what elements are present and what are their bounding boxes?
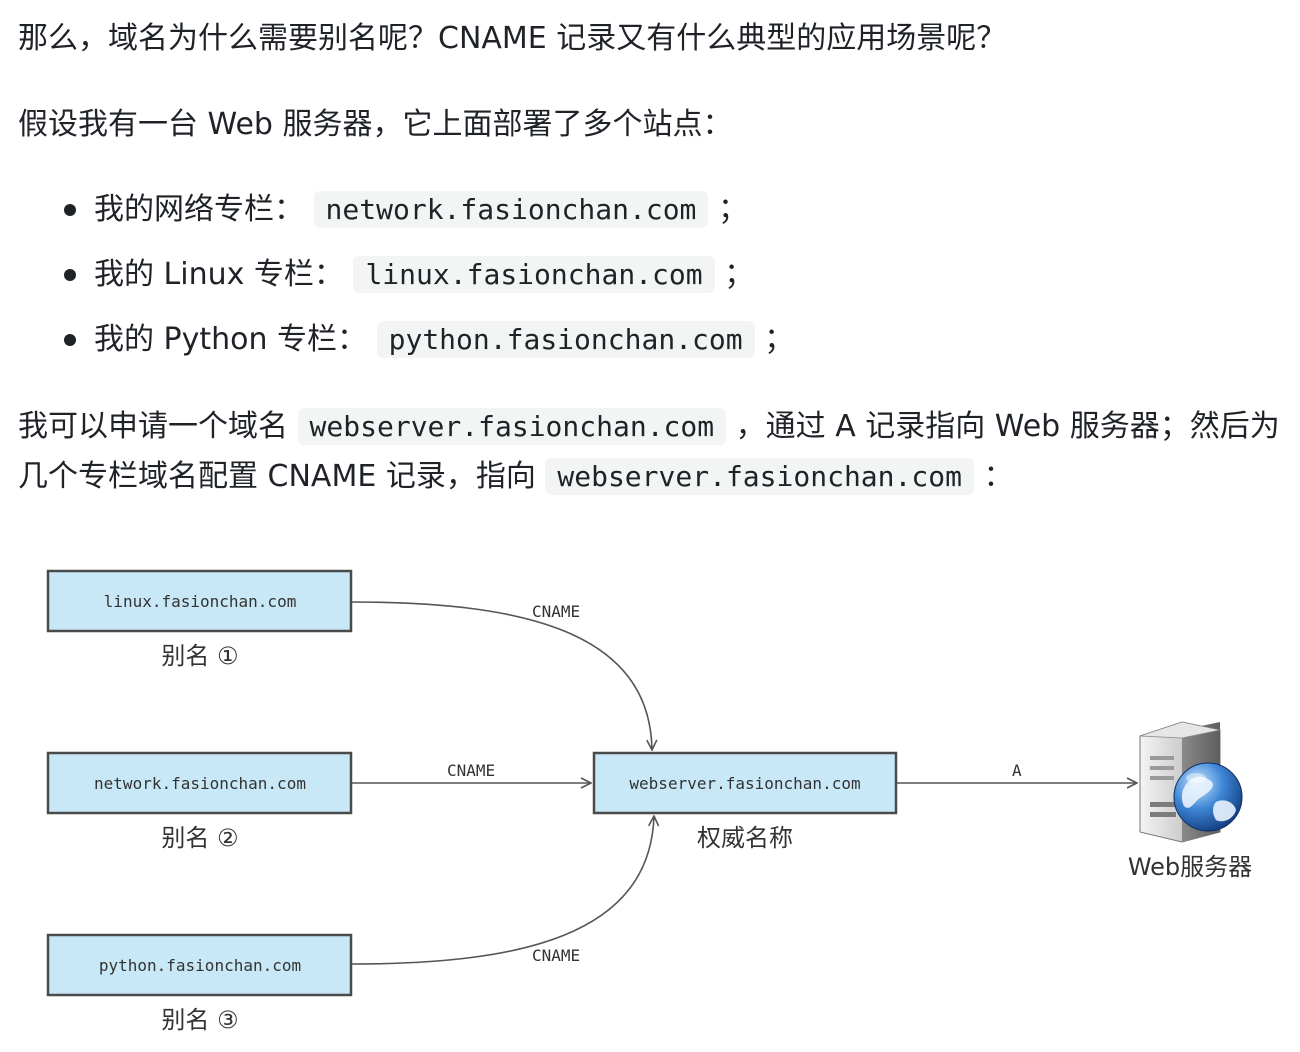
list-item-label: 我的 Python 专栏： xyxy=(94,322,368,357)
explanation-line-2: 几个专栏域名配置 CNAME 记录，指向 webserver.fasioncha… xyxy=(18,452,1014,502)
text-span: ： xyxy=(983,459,1014,494)
intro-setup: 假设我有一台 Web 服务器，它上面部署了多个站点： xyxy=(18,107,733,142)
edge-cname-python xyxy=(351,816,654,965)
list-item-suffix: ； xyxy=(717,192,748,227)
alias-caption: 别名 ③ xyxy=(161,1006,238,1034)
edge-label-a-record: A xyxy=(1012,761,1022,780)
canonical-node: webserver.fasionchan.com 权威名称 xyxy=(592,751,898,852)
text-span: ，通过 A 记录指向 Web 服务器；然后为 xyxy=(735,409,1280,444)
inline-code: webserver.fasionchan.com xyxy=(297,408,727,445)
alias-domain: python.fasionchan.com xyxy=(99,956,301,975)
alias-node-python: python.fasionchan.com 别名 ③ xyxy=(46,933,353,1034)
server-globe-icon xyxy=(1139,721,1243,843)
list-item-suffix: ； xyxy=(724,257,755,292)
bullet-dot xyxy=(64,334,76,346)
list-item-suffix: ； xyxy=(764,322,795,357)
inline-code: network.fasionchan.com xyxy=(313,191,709,228)
list-item-python: 我的 Python 专栏： python.fasionchan.com ； xyxy=(64,316,794,381)
intro-question: 那么，域名为什么需要别名呢？CNAME 记录又有什么典型的应用场景呢？ xyxy=(18,21,1007,56)
canonical-caption: 权威名称 xyxy=(697,824,793,852)
alias-domain: network.fasionchan.com xyxy=(94,774,306,793)
list-item-label: 我的 Linux 专栏： xyxy=(94,257,344,292)
edge-cname-linux xyxy=(351,601,652,750)
inline-code: python.fasionchan.com xyxy=(376,321,755,358)
alias-domain: linux.fasionchan.com xyxy=(104,592,297,611)
edge-label-cname-linux: CNAME xyxy=(532,602,580,621)
edge-label-cname-network: CNAME xyxy=(447,761,495,780)
site-list: 我的网络专栏： network.fasionchan.com ； 我的 Linu… xyxy=(64,186,794,381)
canonical-domain: webserver.fasionchan.com xyxy=(629,774,860,793)
alias-node-linux: linux.fasionchan.com 别名 ① xyxy=(46,569,353,670)
alias-caption: 别名 ① xyxy=(161,642,238,670)
list-item-linux: 我的 Linux 专栏： linux.fasionchan.com ； xyxy=(64,251,794,316)
explanation-line-1: 我可以申请一个域名 webserver.fasionchan.com ，通过 A… xyxy=(18,402,1280,452)
server-caption: Web服务器 xyxy=(1128,853,1252,881)
inline-code: webserver.fasionchan.com xyxy=(545,458,974,495)
text-span: 几个专栏域名配置 CNAME 记录，指向 xyxy=(18,459,536,494)
alias-node-network: network.fasionchan.com 别名 ② xyxy=(46,751,353,852)
cname-diagram: CNAME CNAME CNAME A linux.fasionchan.com… xyxy=(46,569,1252,1034)
edge-label-cname-python: CNAME xyxy=(532,946,580,965)
inline-code: linux.fasionchan.com xyxy=(353,256,715,293)
bullet-dot xyxy=(64,269,76,281)
alias-caption: 别名 ② xyxy=(161,824,238,852)
text-span: 我可以申请一个域名 xyxy=(18,409,288,444)
list-item-label: 我的网络专栏： xyxy=(94,192,304,227)
bullet-dot xyxy=(64,204,76,216)
list-item-network: 我的网络专栏： network.fasionchan.com ； xyxy=(64,186,794,251)
